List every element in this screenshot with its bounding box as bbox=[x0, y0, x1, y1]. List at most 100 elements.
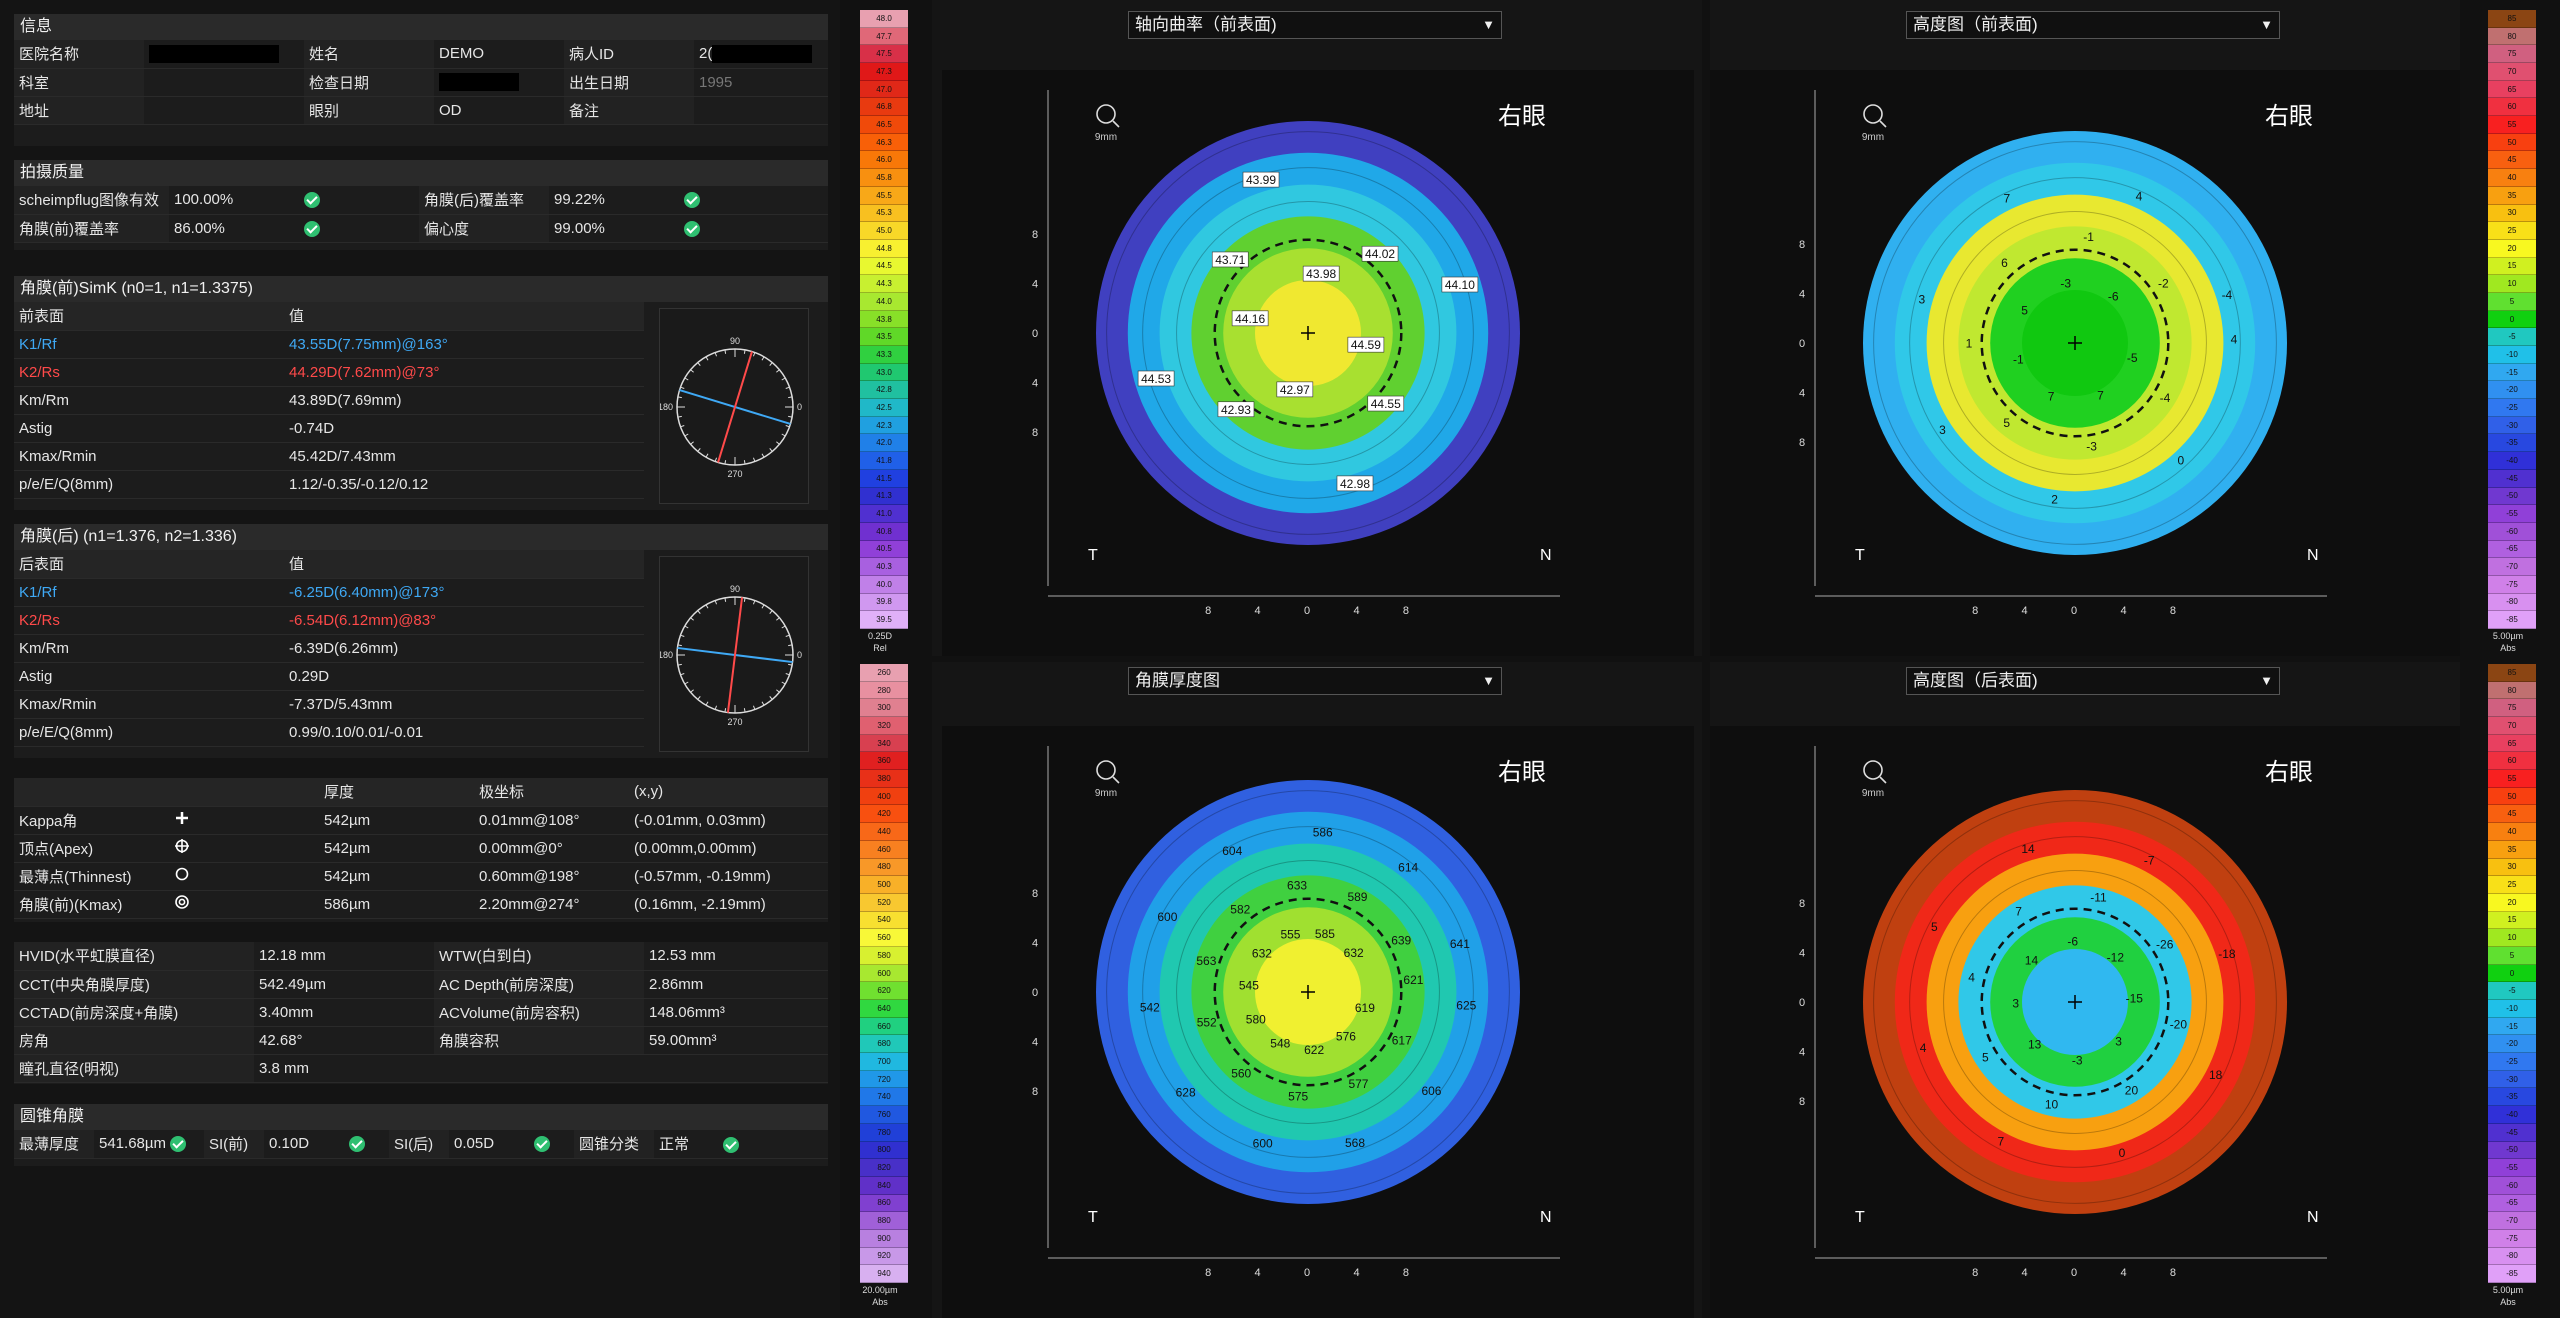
scale-label: -15 bbox=[2506, 1021, 2518, 1031]
dial-tick bbox=[761, 604, 765, 609]
scale-label: 45 bbox=[2507, 155, 2517, 165]
quality-table: scheimpflug图像有效 100.00% 角膜(后)覆盖率 99.22% … bbox=[14, 186, 828, 243]
dial-tick bbox=[677, 663, 682, 666]
y-tick-label: 0 bbox=[1799, 338, 1805, 350]
scale-label: -65 bbox=[2506, 1198, 2518, 1208]
left-info-panel: 信息 医院名称 姓名 DEMO 病人ID 2( 科室 检查日期 出生日期 199… bbox=[0, 0, 840, 1318]
scale-label: 640 bbox=[877, 1003, 891, 1013]
table-row: CCTAD(前房深度+角膜) 3.40mm ACVolume(前房容积) 148.06… bbox=[14, 998, 828, 1027]
scale-label: 47.7 bbox=[876, 31, 892, 41]
elevation-front-panel: 高度图（前表面) ▼ 8 4 0 4 8 8 4 0 4 8 9mm 右眼 T N -4 -2 -6 4 -1 -3 7 6… bbox=[1710, 0, 2460, 656]
dial-tick bbox=[680, 424, 685, 428]
scale-label: -20 bbox=[2506, 385, 2518, 395]
map-type-select[interactable]: 轴向曲率（前表面) ▼ bbox=[1128, 11, 1502, 39]
table-row: 地址 眼别 OD 备注 bbox=[14, 96, 828, 125]
map-value-label: 14 bbox=[2025, 954, 2039, 968]
zoom-icon bbox=[1112, 776, 1120, 784]
map-value-label: 542 bbox=[1140, 1000, 1160, 1014]
dial-tick bbox=[761, 701, 765, 706]
map-type-select[interactable]: 高度图（前表面) ▼ bbox=[1906, 11, 2280, 39]
scale-label: -50 bbox=[2506, 1145, 2518, 1155]
elevation-front-color-scale: 85 80 75 70 65 60 55 50 45 40 35 30 25 20 15 10 5 0 -5 -10-… bbox=[2468, 10, 2548, 655]
thickness-map: 8 4 0 4 8 8 4 0 4 8 9mm 右眼 T N 641 639 632 614 589 585 586 63… bbox=[1032, 746, 1560, 1279]
dial-tick bbox=[714, 705, 718, 710]
map-value-label: -4 bbox=[2160, 391, 2171, 405]
scale-label: -80 bbox=[2506, 597, 2518, 607]
scale-label: 5 bbox=[2509, 296, 2515, 306]
scale-label: 45.3 bbox=[876, 208, 892, 218]
nasal-label: N bbox=[1540, 1209, 1552, 1226]
zoom-level-label: 9mm bbox=[1095, 132, 1117, 143]
dial-tick bbox=[752, 457, 756, 462]
table-row: 后表面值 bbox=[14, 550, 644, 579]
map-type-select[interactable]: 角膜厚度图 ▼ bbox=[1128, 667, 1502, 695]
address-label: 地址 bbox=[14, 96, 144, 125]
zoom-level-label: 9mm bbox=[1095, 788, 1117, 799]
circle-icon bbox=[169, 862, 319, 891]
keratoconus-title: 圆锥角膜 bbox=[14, 1104, 828, 1130]
scale-label: 80 bbox=[2507, 31, 2517, 41]
dial-tick bbox=[697, 610, 701, 614]
scale-label: 30 bbox=[2507, 208, 2517, 218]
dial-tick bbox=[785, 634, 790, 638]
map-value-label: 44.16 bbox=[1235, 312, 1265, 326]
temporal-label: T bbox=[1088, 1209, 1098, 1226]
hospital-name-value bbox=[144, 40, 304, 69]
dial-label-bottom: 270 bbox=[727, 717, 742, 727]
scale-label: 70 bbox=[2507, 720, 2517, 730]
nasal-label: N bbox=[2307, 547, 2319, 564]
dial-tick bbox=[724, 460, 727, 465]
map-value-label: 42.98 bbox=[1340, 477, 1370, 491]
scale-label: -60 bbox=[2506, 526, 2518, 536]
x-tick-label: 4 bbox=[1255, 605, 1261, 617]
y-tick-label: 8 bbox=[1799, 239, 1805, 251]
map-value-label: 4 bbox=[2136, 189, 2143, 203]
map-type-select[interactable]: 高度图（后表面) ▼ bbox=[1906, 667, 2280, 695]
patient-name-label: 姓名 bbox=[304, 40, 434, 69]
dial-tick bbox=[684, 681, 689, 685]
dial-tick bbox=[724, 597, 727, 602]
zoom-icon bbox=[1112, 120, 1120, 128]
dial-tick bbox=[761, 356, 765, 361]
scale-label: 48.0 bbox=[876, 13, 892, 23]
map-value-label: 555 bbox=[1280, 927, 1300, 941]
map-value-label: 582 bbox=[1230, 902, 1250, 916]
axial-color-scale: 48.0 47.7 47.5 47.3 47.0 46.8 46.5 46.3 46.0 45.8… bbox=[840, 10, 920, 655]
nasal-label: N bbox=[2307, 1209, 2319, 1226]
scale-label: 380 bbox=[877, 773, 891, 783]
scale-label: 75 bbox=[2507, 49, 2517, 59]
map-value-label: 7 bbox=[1997, 1135, 2004, 1149]
scale-label: 300 bbox=[877, 703, 891, 713]
map-value-label: -3 bbox=[2086, 440, 2097, 454]
map-value-label: 3 bbox=[2115, 1034, 2122, 1048]
scale-label: 46.3 bbox=[876, 137, 892, 147]
y-tick-label: 4 bbox=[1799, 1046, 1805, 1058]
scale-label: 320 bbox=[877, 720, 891, 730]
x-tick-label: 4 bbox=[2022, 1267, 2028, 1279]
elevation-back-color-scale: 85 80 75 70 65 60 55 50 45 40 35 30 25 20 15 10 5 0 -5 -10-… bbox=[2468, 664, 2548, 1309]
scale-label: -20 bbox=[2506, 1039, 2518, 1049]
scale-label: 40.8 bbox=[876, 526, 892, 536]
redacted-block bbox=[712, 44, 813, 63]
table-row: Astig -0.74D bbox=[14, 414, 644, 443]
map-value-label: 7 bbox=[2048, 389, 2055, 403]
posterior-title: 角膜(后) (n1=1.376, n2=1.336) bbox=[14, 524, 828, 550]
birth-date-value: 1995 bbox=[694, 68, 828, 97]
scale-mode-label: Abs bbox=[2500, 1297, 2516, 1307]
scale-label: 900 bbox=[877, 1233, 891, 1243]
y-tick-label: 8 bbox=[1032, 427, 1038, 439]
scale-label: 520 bbox=[877, 897, 891, 907]
map-value-label: 3 bbox=[2012, 996, 2019, 1010]
map-value-label: -15 bbox=[2126, 992, 2144, 1006]
x-tick-label: 8 bbox=[1972, 1267, 1978, 1279]
map-value-label: 5 bbox=[1982, 1050, 1989, 1064]
scale-label: 40.0 bbox=[876, 579, 892, 589]
scale-label: 40 bbox=[2507, 173, 2517, 182]
dial-tick bbox=[769, 696, 773, 700]
dial-tick bbox=[776, 689, 780, 693]
scale-label: 40.5 bbox=[876, 544, 892, 554]
map-value-label: -6 bbox=[2108, 290, 2119, 304]
scale-label: -45 bbox=[2506, 1127, 2518, 1137]
anterior-simk-title: 角膜(前)SimK (n0=1, n1=1.3375) bbox=[14, 276, 828, 302]
table-row: 角膜(前)(Kmax) 586µm 2.20mm@274° (0.16mm, -2.… bbox=[14, 890, 828, 919]
